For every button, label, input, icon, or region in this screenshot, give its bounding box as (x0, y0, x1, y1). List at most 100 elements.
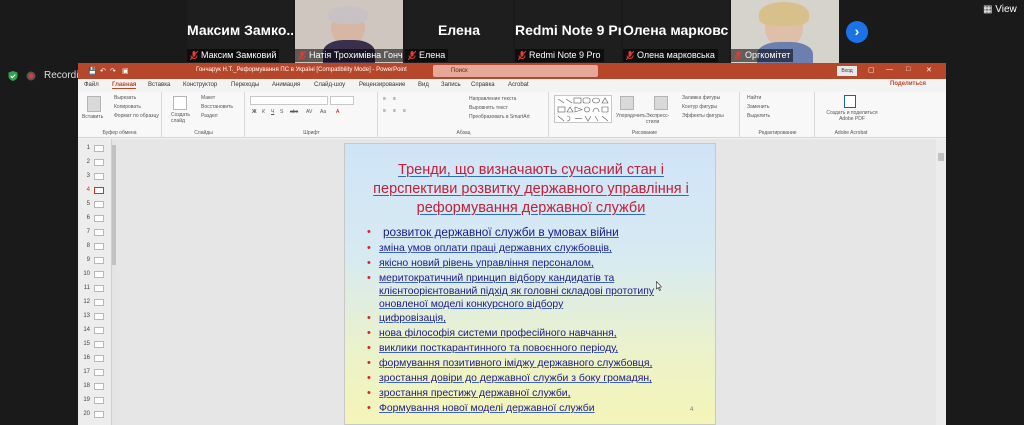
tab-help[interactable]: Справка (471, 82, 495, 88)
slide-thumbnail[interactable]: 2 (80, 158, 110, 168)
shape-fill-button[interactable]: Заливка фигуры (682, 95, 720, 101)
underline-icon[interactable]: Ч (271, 109, 274, 115)
participant-name: Redmi Note 9 Pro (515, 49, 604, 62)
spacing-icon[interactable]: AV (306, 109, 312, 115)
close-icon[interactable]: ✕ (926, 66, 932, 74)
participant-video-tile[interactable]: Натія Трохимівна Гонча... (295, 0, 403, 64)
align-left-icon[interactable]: ≡ (383, 108, 386, 114)
tab-view[interactable]: Вид (418, 82, 429, 88)
tab-home[interactable]: Главная (112, 82, 137, 89)
replace-button[interactable]: Заменить (747, 104, 769, 110)
participant-tile[interactable]: Олена марковс... Олена марковська (623, 0, 729, 64)
copy-button[interactable]: Копировать (114, 104, 141, 110)
shapes-gallery[interactable] (554, 95, 612, 123)
paste-button[interactable]: Вставить (82, 114, 103, 120)
slide-thumbnail[interactable]: 15 (80, 340, 110, 350)
share-button[interactable]: Поделиться (890, 81, 926, 87)
tab-transitions[interactable]: Переходы (231, 82, 259, 88)
quick-styles-button[interactable]: Экспресс-стили (646, 113, 676, 125)
font-size-select[interactable] (330, 96, 354, 105)
minimize-icon[interactable]: — (886, 66, 893, 73)
slide-thumbnail[interactable]: 5 (80, 200, 110, 210)
slide-thumbnail[interactable]: 3 (80, 172, 110, 182)
tab-insert[interactable]: Вставка (148, 82, 170, 88)
slide-title[interactable]: Тренди, що визначають сучасний стан і пе… (355, 161, 707, 218)
slide-thumbnail[interactable]: 11 (80, 284, 110, 294)
create-pdf-button[interactable]: Создать и поделиться Adobe PDF (822, 110, 882, 122)
slide-thumbnail[interactable]: 18 (80, 382, 110, 392)
slides-group: Создать слайд Макет Восстановить Раздел … (163, 92, 245, 138)
font-color-icon[interactable]: A (336, 109, 339, 115)
view-button[interactable]: ▦ View (983, 4, 1017, 15)
slide-thumbnail[interactable]: 8 (80, 242, 110, 252)
participant-tile-label: Елена (437, 22, 481, 38)
find-button[interactable]: Найти (747, 95, 761, 101)
pdf-icon[interactable] (844, 95, 856, 108)
paste-icon[interactable] (87, 96, 101, 112)
format-painter-button[interactable]: Формат по образцу (114, 113, 159, 119)
scrollbar-thumb[interactable] (938, 153, 944, 161)
slide-thumbnail[interactable]: 17 (80, 368, 110, 378)
participant-tile[interactable]: Елена Елена (405, 0, 513, 64)
quick-styles-icon[interactable] (654, 96, 668, 110)
tab-review[interactable]: Рецензирование (359, 82, 405, 88)
tab-animations[interactable]: Анимация (272, 82, 300, 88)
slide-thumbnail-selected[interactable]: 4 (80, 186, 110, 196)
new-slide-icon[interactable] (173, 96, 187, 110)
shadow-icon[interactable]: S (280, 109, 283, 115)
tab-slideshow[interactable]: Слайд-шоу (314, 82, 345, 88)
slide-thumbnail[interactable]: 13 (80, 312, 110, 322)
slide-thumbnail[interactable]: 6 (80, 214, 110, 224)
tab-record[interactable]: Запись (441, 82, 461, 88)
slide-thumbnail[interactable]: 16 (80, 354, 110, 364)
arrange-icon[interactable] (620, 96, 634, 110)
undo-icon[interactable]: ↶ (100, 67, 106, 75)
shape-outline-button[interactable]: Контур фигуры (682, 104, 717, 110)
case-icon[interactable]: Aa (320, 109, 326, 115)
participant-video-tile[interactable]: Оргкомітет (731, 0, 839, 64)
text-direction-button[interactable]: Направление текста (469, 96, 516, 102)
slide-thumbnail[interactable]: 9 (80, 256, 110, 266)
numbering-icon[interactable]: ≡ (393, 96, 396, 102)
bold-icon[interactable]: Ж (252, 109, 257, 115)
search-box[interactable]: Поиск (433, 65, 598, 77)
clipboard-group-label: Буфер обмена (102, 130, 137, 136)
align-right-icon[interactable]: ≡ (403, 108, 406, 114)
slide-thumbnail[interactable]: 7 (80, 228, 110, 238)
tab-file[interactable]: Файл (84, 82, 99, 88)
italic-icon[interactable]: К (262, 109, 265, 115)
select-button[interactable]: Выделить (747, 113, 770, 119)
new-slide-button[interactable]: Создать слайд (171, 112, 193, 124)
save-icon[interactable]: 💾 (88, 67, 97, 75)
tab-acrobat[interactable]: Acrobat (508, 82, 529, 88)
cut-button[interactable]: Вырезать (114, 95, 136, 101)
slide-thumbnail[interactable]: 19 (80, 396, 110, 406)
reset-button[interactable]: Восстановить (201, 104, 233, 110)
slide-thumbnail[interactable]: 12 (80, 298, 110, 308)
ribbon-display-icon[interactable]: ▢ (868, 66, 875, 74)
slide-thumbnail[interactable]: 20 (80, 410, 110, 420)
arrange-button[interactable]: Упорядочить (616, 113, 646, 119)
redo-icon[interactable]: ↷ (110, 67, 116, 75)
tab-design[interactable]: Конструктор (183, 82, 217, 88)
strikethrough-icon[interactable]: abc (290, 109, 298, 115)
align-center-icon[interactable]: ≡ (393, 108, 396, 114)
slideshow-icon[interactable]: ▣ (122, 67, 129, 75)
slide-thumbnail[interactable]: 1 (80, 144, 110, 154)
bullets-icon[interactable]: ≡ (383, 96, 386, 102)
next-participants-button[interactable]: › (846, 21, 868, 43)
smartart-button[interactable]: Преобразовать в SmartArt (469, 114, 530, 120)
font-name-select[interactable] (250, 96, 328, 105)
align-text-button[interactable]: Выровнять текст (469, 105, 508, 111)
editor-scrollbar[interactable] (936, 139, 946, 425)
slide-thumbnail[interactable]: 14 (80, 326, 110, 336)
participant-tile[interactable]: Redmi Note 9 Pro Redmi Note 9 Pro (515, 0, 621, 64)
editing-group: Найти Заменить Выделить Редактирование (741, 92, 815, 138)
maximize-icon[interactable]: □ (906, 66, 910, 73)
shape-effects-button[interactable]: Эффекты фигуры (682, 113, 724, 119)
participant-tile[interactable]: Максим Замко... Максим Замковий (187, 0, 293, 64)
login-button[interactable]: Вход (837, 66, 857, 76)
section-button[interactable]: Раздел (201, 113, 218, 119)
layout-button[interactable]: Макет (201, 95, 215, 101)
slide-thumbnail[interactable]: 10 (80, 270, 110, 280)
